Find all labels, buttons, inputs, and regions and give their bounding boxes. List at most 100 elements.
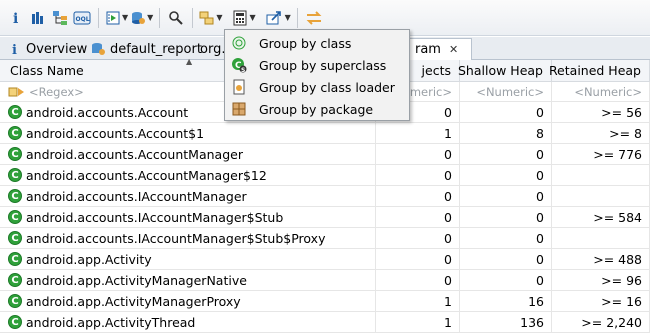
retained-heap-cell <box>552 165 650 186</box>
table-row[interactable]: Candroid.accounts.AccountManager 0 0 >= 776 <box>0 144 650 165</box>
tab-label: Overview <box>26 41 88 57</box>
objects-cell: 0 <box>376 249 460 270</box>
class-icon: C <box>8 126 22 140</box>
menu-item-group-by-superclass[interactable]: CS Group by superclass <box>225 54 409 76</box>
retained-heap-cell: >= 16 <box>552 291 650 312</box>
info-icon: i <box>12 43 17 56</box>
chevron-down-icon[interactable]: ▼ <box>147 13 153 22</box>
chevron-down-icon[interactable]: ▼ <box>249 13 255 22</box>
table-row[interactable]: Candroid.accounts.IAccountManager 0 0 <box>0 186 650 207</box>
objects-cell: 0 <box>376 165 460 186</box>
chevron-down-icon[interactable]: ▼ <box>285 13 291 22</box>
class-name-cell: Candroid.accounts.IAccountManager$Stub <box>0 207 376 228</box>
table-row[interactable]: Candroid.app.ActivityManagerNative 0 0 >= 9… <box>0 270 650 291</box>
class-icon: C <box>8 315 22 329</box>
group-classloader-icon <box>231 79 247 95</box>
export-button[interactable]: ▼ <box>266 6 291 30</box>
class-name-cell: Candroid.app.ActivityManagerNative <box>0 270 376 291</box>
tab-histogram[interactable]: ram ✕ <box>408 38 472 60</box>
table-row[interactable]: Candroid.accounts.Account$1 1 8 >= 8 <box>0 123 650 144</box>
menu-item-group-by-class[interactable]: Group by class <box>225 32 409 54</box>
tab-label: ram <box>415 42 441 57</box>
table-row[interactable]: Candroid.app.ActivityManagerProxy 1 16 >= 1… <box>0 291 650 312</box>
class-name: android.app.Activity <box>26 251 152 267</box>
compare-button[interactable] <box>304 6 324 30</box>
table-row[interactable]: Candroid.accounts.AccountManager$12 0 0 <box>0 165 650 186</box>
group-by-button[interactable]: ▼ <box>199 6 222 30</box>
dominator-tree-icon <box>53 10 67 25</box>
tab-label: org. <box>200 41 226 57</box>
dominator-tree-button[interactable] <box>50 6 70 30</box>
class-icon: C <box>8 231 22 245</box>
column-header-shallow-heap[interactable]: Shallow Heap <box>458 60 552 82</box>
run-report-button[interactable]: ▼ <box>105 6 128 30</box>
class-name: android.app.ActivityThread <box>26 314 196 330</box>
retained-heap-cell: >= 56 <box>552 102 650 123</box>
chevron-down-icon[interactable]: ▼ <box>216 13 222 22</box>
group-class-icon <box>231 35 247 51</box>
table-row[interactable]: Candroid.app.Activity 0 0 >= 488 <box>0 249 650 270</box>
table-row[interactable]: Candroid.app.ActivityThread 1 136 >= 2,240 <box>0 312 650 333</box>
objects-cell: 0 <box>376 144 460 165</box>
group-by-menu: Group by class CS Group by superclass Gr… <box>224 29 410 121</box>
menu-item-group-by-class-loader[interactable]: Group by class loader <box>225 76 409 98</box>
svg-text:i: i <box>13 11 18 26</box>
class-icon: C <box>8 252 22 266</box>
table-row[interactable]: Candroid.accounts.IAccountManager$Stub 0 0… <box>0 207 650 228</box>
histogram-button[interactable] <box>28 6 48 30</box>
calculator-icon <box>233 10 247 25</box>
regex-filter-icon <box>8 87 24 96</box>
class-name: android.accounts.AccountManager <box>26 146 243 162</box>
shallow-heap-cell: 0 <box>460 249 552 270</box>
retained-filter-input[interactable]: <Numeric> <box>552 82 650 102</box>
objects-cell: 0 <box>376 186 460 207</box>
close-icon[interactable]: ✕ <box>449 43 458 56</box>
svg-text:OQL: OQL <box>76 16 90 23</box>
class-icon: C <box>8 105 22 119</box>
retained-heap-cell <box>552 228 650 249</box>
shallow-filter-input[interactable]: <Numeric> <box>460 82 552 102</box>
class-icon: C <box>8 147 22 161</box>
shallow-heap-cell: 0 <box>460 270 552 291</box>
menu-item-group-by-package[interactable]: Group by package <box>225 98 409 120</box>
class-name-cell: Candroid.accounts.IAccountManager <box>0 186 376 207</box>
class-name-cell: Candroid.app.ActivityThread <box>0 312 376 333</box>
retained-heap-cell: >= 96 <box>552 270 650 291</box>
svg-text:S: S <box>241 67 245 73</box>
class-name: android.accounts.Account <box>26 104 189 120</box>
sort-indicator-icon: ▲ <box>186 57 193 66</box>
info-icon-button[interactable]: i <box>6 6 26 30</box>
class-name: android.accounts.AccountManager$12 <box>26 167 267 183</box>
class-name: android.accounts.IAccountManager$Stub <box>26 209 284 225</box>
objects-cell: 1 <box>376 123 460 144</box>
class-name: android.app.ActivityManagerProxy <box>26 293 241 309</box>
oql-button[interactable]: OQL <box>72 6 92 30</box>
run-report-icon <box>106 11 120 24</box>
export-icon <box>266 10 281 24</box>
compare-icon <box>306 10 322 25</box>
calculate-heap-button[interactable]: ▼ <box>232 6 256 30</box>
class-icon: C <box>8 168 22 182</box>
chevron-down-icon[interactable]: ▼ <box>122 13 128 22</box>
column-header-retained-heap[interactable]: Retained Heap <box>549 60 650 82</box>
retained-heap-cell: >= 8 <box>552 123 650 144</box>
objects-cell: 0 <box>376 270 460 291</box>
shallow-heap-cell: 0 <box>460 102 552 123</box>
class-name-cell: Candroid.accounts.AccountManager$12 <box>0 165 376 186</box>
oql-icon: OQL <box>73 11 91 24</box>
toolbar-separator <box>98 7 99 28</box>
svg-text:i: i <box>12 43 17 56</box>
tab-overview[interactable]: i Overview <box>4 38 93 60</box>
query-browser-icon <box>132 11 146 24</box>
class-icon: C <box>8 273 22 287</box>
class-name-cell: Candroid.accounts.Account$1 <box>0 123 376 144</box>
group-by-icon <box>199 11 214 24</box>
class-name: android.accounts.Account$1 <box>26 125 205 141</box>
shallow-heap-cell: 0 <box>460 165 552 186</box>
query-browser-button[interactable]: ▼ <box>130 6 153 30</box>
find-object-button[interactable] <box>166 6 186 30</box>
search-icon <box>169 10 184 25</box>
shallow-heap-cell: 8 <box>460 123 552 144</box>
table-row[interactable]: Candroid.accounts.IAccountManager$Stub$P… <box>0 228 650 249</box>
objects-cell: 1 <box>376 312 460 333</box>
